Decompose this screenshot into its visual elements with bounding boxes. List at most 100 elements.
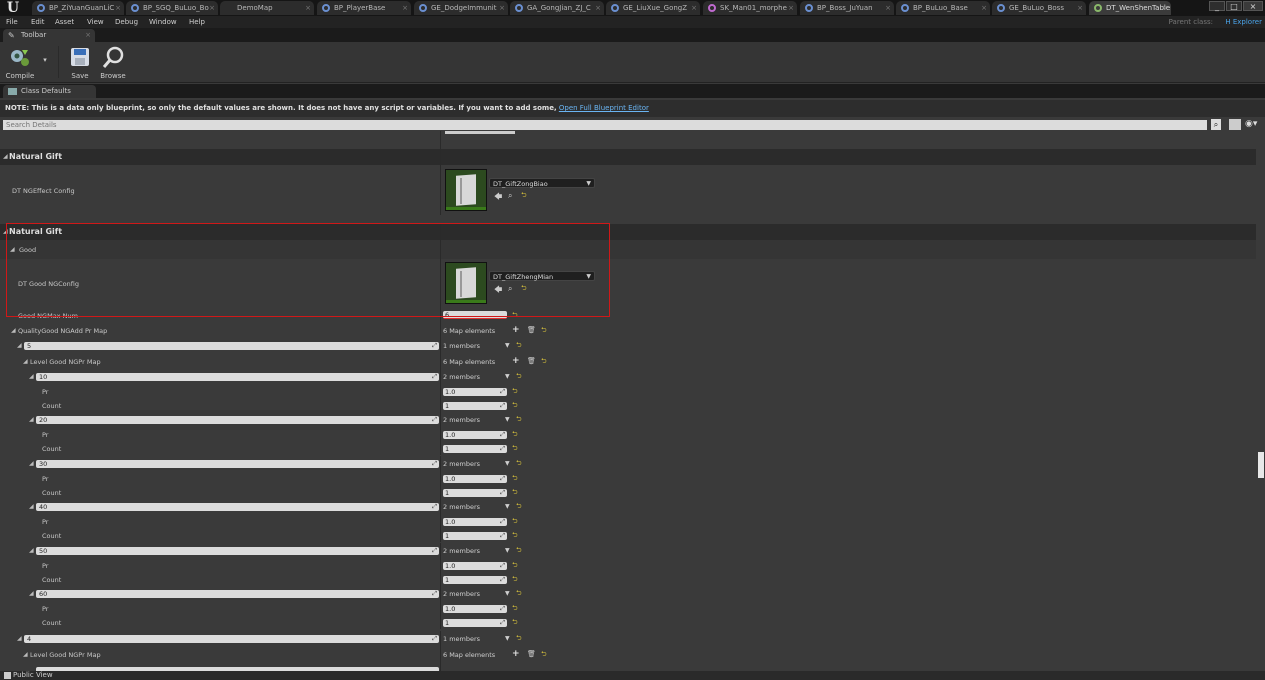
- parent-class-link[interactable]: H Explorer: [1225, 17, 1262, 27]
- collapse-triangle-icon[interactable]: ◢: [17, 342, 22, 349]
- reset-to-default-icon[interactable]: ⮌: [516, 502, 522, 513]
- collapse-triangle-icon[interactable]: ◢: [29, 373, 34, 380]
- search-icon[interactable]: ⌕: [1211, 119, 1221, 130]
- chevron-down-icon[interactable]: ▼: [505, 590, 510, 597]
- close-tab-icon[interactable]: ×: [1077, 1, 1083, 15]
- reset-to-default-icon[interactable]: ⮌: [512, 401, 518, 412]
- expand-arrows-icon[interactable]: ⤢: [500, 576, 505, 584]
- close-tab-icon[interactable]: ×: [115, 1, 121, 15]
- view-options-eye-icon[interactable]: ◉▾: [1245, 119, 1257, 130]
- menu-asset[interactable]: Asset: [55, 17, 74, 27]
- compile-button[interactable]: Compile: [4, 46, 36, 80]
- close-icon[interactable]: ×: [85, 29, 91, 42]
- document-tab[interactable]: GE_DodgeImmunit ×: [414, 1, 508, 15]
- pr-value-field[interactable]: 1.0 ⤢: [443, 431, 507, 439]
- browse-magnifier-icon[interactable]: ⌕: [508, 284, 512, 294]
- expand-arrows-icon[interactable]: ⤢: [500, 518, 505, 526]
- save-button[interactable]: Save: [66, 46, 94, 80]
- map-key-field[interactable]: 60 ⤢: [36, 590, 439, 598]
- column-splitter[interactable]: [440, 485, 441, 499]
- reset-to-default-icon[interactable]: ⮌: [516, 415, 522, 426]
- collapse-triangle-icon[interactable]: ◢: [29, 460, 34, 467]
- column-splitter[interactable]: [440, 427, 441, 441]
- add-element-plus-icon[interactable]: +: [512, 650, 520, 659]
- column-splitter[interactable]: [440, 323, 441, 338]
- close-tab-icon[interactable]: ×: [305, 1, 311, 15]
- column-splitter[interactable]: [440, 338, 441, 353]
- reset-to-default-icon[interactable]: ⮌: [541, 326, 547, 337]
- collapse-triangle-icon[interactable]: ◢: [10, 246, 15, 253]
- column-splitter[interactable]: [440, 384, 441, 398]
- column-splitter[interactable]: [440, 514, 441, 528]
- browse-button[interactable]: Browse: [98, 46, 128, 80]
- pr-value-field[interactable]: 1.0 ⤢: [443, 562, 507, 570]
- column-splitter[interactable]: [440, 528, 441, 542]
- map-key-field[interactable]: 30 ⤢: [36, 460, 439, 468]
- subcategory-good[interactable]: ◢ Good: [0, 240, 1256, 259]
- reset-to-default-icon[interactable]: ⮌: [516, 341, 522, 352]
- expand-arrows-icon[interactable]: ⤢: [432, 342, 437, 350]
- reset-to-default-icon[interactable]: ⮌: [512, 474, 518, 485]
- document-tab[interactable]: DT_WenShenTable ×: [1089, 1, 1171, 15]
- reset-to-default-icon[interactable]: ⮌: [516, 459, 522, 470]
- document-tab[interactable]: GE_BuLuo_Boss ×: [992, 1, 1086, 15]
- reset-to-default-icon[interactable]: ⮌: [516, 372, 522, 383]
- open-full-blueprint-editor-link[interactable]: Open Full Blueprint Editor: [559, 104, 649, 112]
- column-splitter[interactable]: [440, 615, 441, 629]
- column-splitter[interactable]: [440, 646, 441, 663]
- asset-picker-combo[interactable]: DT_GiftZongBiao ▼: [489, 178, 595, 188]
- expand-arrows-icon[interactable]: ⤢: [500, 402, 505, 410]
- reset-to-default-icon[interactable]: ⮌: [512, 387, 518, 398]
- pr-value-field[interactable]: 1.0 ⤢: [443, 518, 507, 526]
- map-key-field[interactable]: 10 ⤢: [36, 373, 439, 381]
- chevron-down-icon[interactable]: ▼: [505, 342, 510, 349]
- reset-to-default-icon[interactable]: ⮌: [516, 589, 522, 600]
- use-selected-arrow-icon[interactable]: 🡄: [494, 284, 502, 298]
- reset-to-default-icon[interactable]: ⮌: [512, 575, 518, 586]
- close-tab-icon[interactable]: ×: [981, 1, 987, 15]
- class-defaults-tab[interactable]: Class Defaults: [3, 85, 96, 98]
- map-key-field[interactable]: 5 ⤢: [24, 342, 439, 350]
- column-splitter[interactable]: [440, 131, 441, 149]
- expand-arrows-icon[interactable]: ⤢: [500, 445, 505, 453]
- column-splitter[interactable]: [440, 471, 441, 485]
- count-value-field[interactable]: 1 ⤢: [443, 576, 507, 584]
- menu-file[interactable]: File: [6, 17, 18, 27]
- chevron-down-icon[interactable]: ▼: [505, 460, 510, 467]
- column-splitter[interactable]: [440, 456, 441, 471]
- column-splitter[interactable]: [440, 543, 441, 558]
- column-splitter[interactable]: [440, 572, 441, 586]
- column-splitter[interactable]: [440, 586, 441, 601]
- chevron-down-icon[interactable]: ▼: [505, 547, 510, 554]
- public-view-checkbox[interactable]: [4, 672, 11, 679]
- collapse-triangle-icon[interactable]: ◢: [29, 547, 34, 554]
- collapse-triangle-icon[interactable]: ◢: [29, 416, 34, 423]
- chevron-down-icon[interactable]: ▼: [505, 635, 510, 642]
- document-tab[interactable]: BP_ZiYuanGuanLiC ×: [32, 1, 124, 15]
- add-element-plus-icon[interactable]: +: [512, 326, 520, 335]
- document-tab[interactable]: BP_SGQ_BuLuo_Bo ×: [126, 1, 218, 15]
- property-matrix-icon[interactable]: [1229, 119, 1241, 130]
- browse-magnifier-icon[interactable]: ⌕: [508, 191, 512, 201]
- menu-debug[interactable]: Debug: [115, 17, 138, 27]
- close-tab-icon[interactable]: ×: [209, 1, 215, 15]
- column-splitter[interactable]: [440, 309, 441, 323]
- expand-arrows-icon[interactable]: ⤢: [432, 547, 437, 555]
- expand-arrows-icon[interactable]: ⤢: [500, 489, 505, 497]
- expand-arrows-icon[interactable]: ⤢: [500, 475, 505, 483]
- close-tab-icon[interactable]: ×: [499, 1, 505, 15]
- document-tab[interactable]: GE_LiuXue_GongZ ×: [606, 1, 700, 15]
- column-splitter[interactable]: [440, 601, 441, 615]
- column-splitter[interactable]: [440, 499, 441, 514]
- collapse-triangle-icon[interactable]: ◢: [17, 635, 22, 642]
- collapse-triangle-icon[interactable]: ◢: [11, 327, 16, 334]
- compile-options-dropdown[interactable]: ▾: [40, 56, 50, 64]
- column-splitter[interactable]: [440, 412, 441, 427]
- column-splitter[interactable]: [440, 369, 441, 384]
- reset-to-default-icon[interactable]: ⮌: [512, 488, 518, 499]
- reset-to-default-icon[interactable]: ⮌: [521, 284, 527, 295]
- count-value-field[interactable]: 1 ⤢: [443, 489, 507, 497]
- document-tab[interactable]: BP_PlayerBase ×: [317, 1, 411, 15]
- max-num-spinbox[interactable]: 6: [443, 311, 507, 319]
- minimize-button[interactable]: _: [1209, 1, 1225, 11]
